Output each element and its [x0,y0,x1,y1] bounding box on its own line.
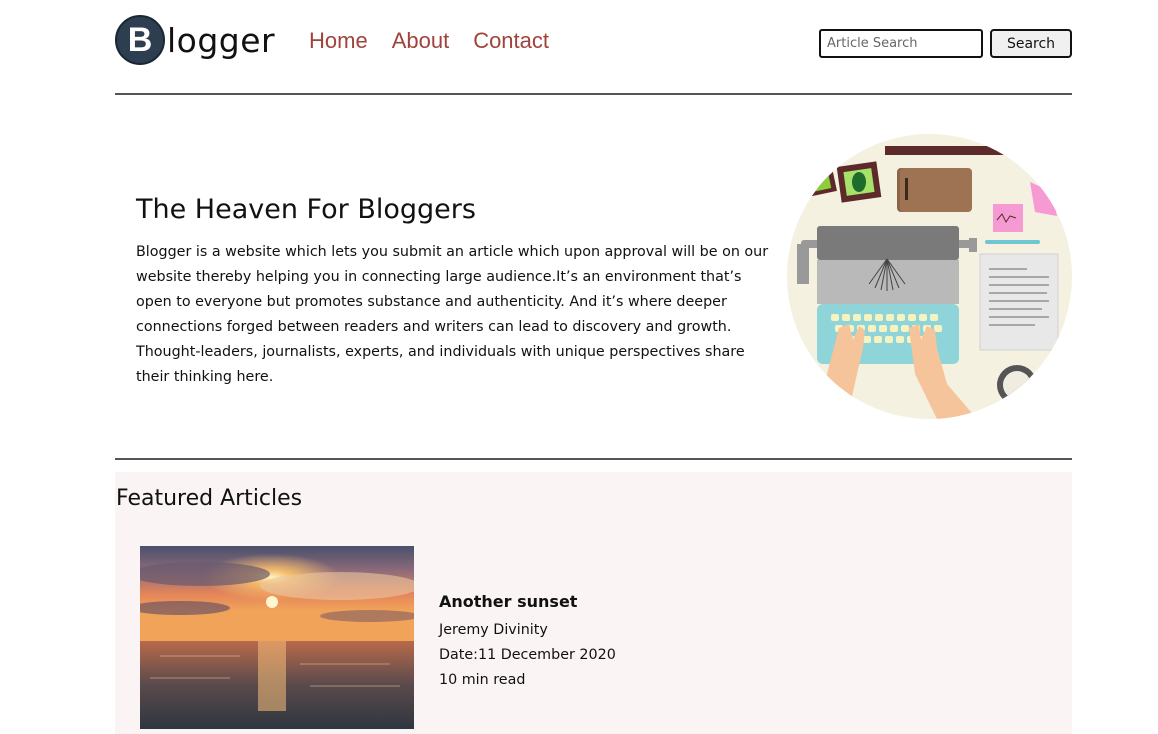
nav-link-contact[interactable]: Contact [473,28,549,54]
nav-link-about[interactable]: About [392,28,450,54]
hero-description: Blogger is a website which lets you subm… [136,244,769,385]
typewriter-desk-illustration-icon [787,134,1072,419]
main-nav: Home About Contact [309,28,549,54]
featured-articles-title: Featured Articles [116,486,303,511]
site-logo[interactable]: B logger [115,14,275,66]
logo-text: logger [167,20,276,60]
site-header: B logger Home About Contact Search [115,0,1072,94]
article-search-input[interactable] [819,29,983,58]
search-button[interactable]: Search [990,29,1072,58]
hero-divider [115,458,1072,460]
logo-badge: B [115,15,165,65]
article-date: Date:11 December 2020 [439,647,616,663]
article-title[interactable]: Another sunset [439,592,577,611]
nav-link-home[interactable]: Home [309,28,368,54]
sunset-photo-icon[interactable] [140,546,414,729]
article-author: Jeremy Divinity [439,622,548,638]
featured-articles-section: Featured Articles Another sunset Jeremy … [115,472,1072,734]
hero-title: The Heaven For Bloggers [136,194,476,225]
header-divider [115,93,1072,95]
article-read-time: 10 min read [439,672,526,688]
